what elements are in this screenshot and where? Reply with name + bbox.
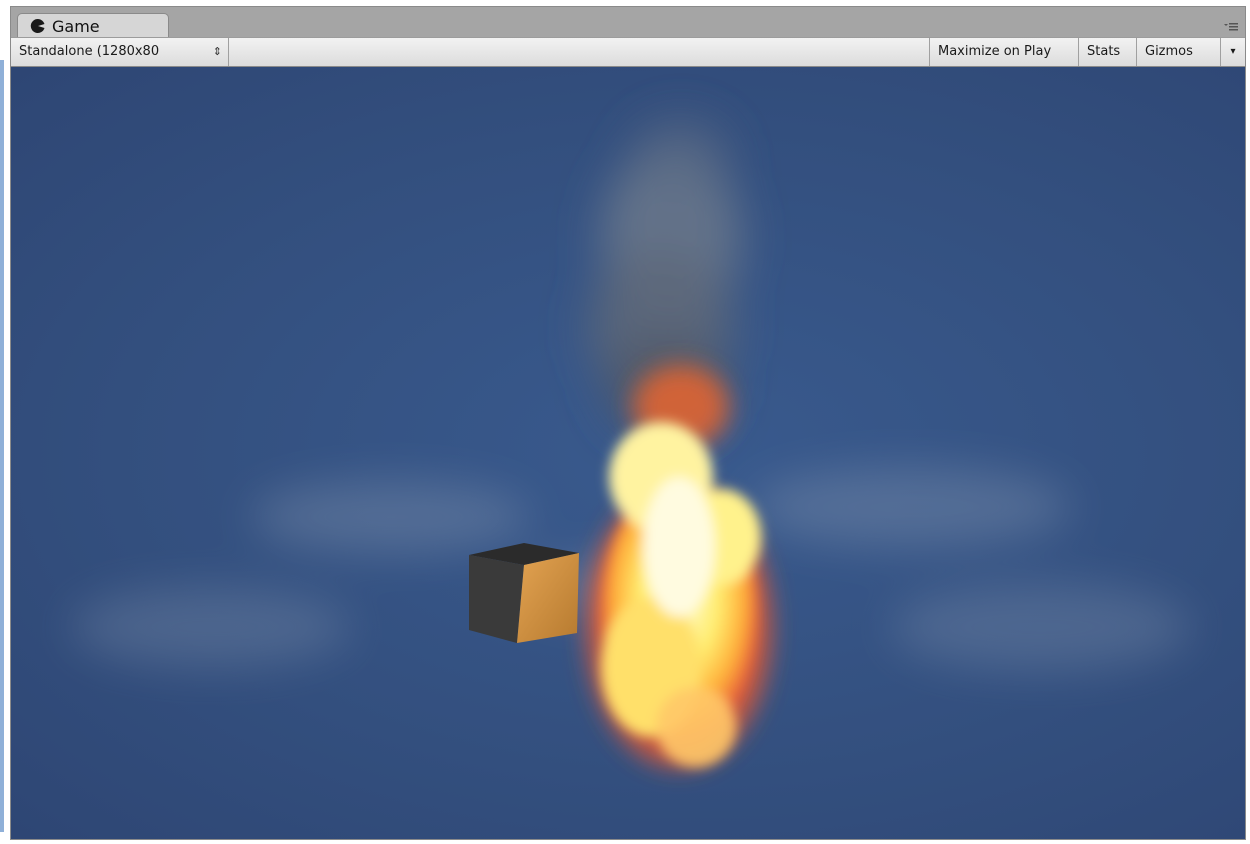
tab-bar: Game (11, 7, 1245, 38)
scene-render (71, 117, 1191, 767)
game-toolbar: Standalone (1280x80 ⇕ Maximize on Play S… (11, 37, 1245, 67)
tab-label: Game (52, 17, 100, 36)
gizmos-dropdown-arrow-icon[interactable]: ▾ (1221, 38, 1245, 66)
tab-game[interactable]: Game (17, 13, 169, 38)
cube-object (469, 543, 579, 643)
maximize-on-play-button[interactable]: Maximize on Play (929, 38, 1079, 66)
game-viewport[interactable] (11, 67, 1245, 839)
fire-particle-effect (587, 365, 771, 767)
gizmos-button[interactable]: Gizmos (1137, 38, 1221, 66)
resolution-dropdown[interactable]: Standalone (1280x80 ⇕ (11, 38, 229, 66)
game-window: Game Standalone (1280x80 ⇕ Maximize on P… (10, 6, 1246, 840)
viewport-edge (0, 60, 4, 832)
stats-button[interactable]: Stats (1079, 38, 1137, 66)
updown-arrows-icon: ⇕ (212, 45, 222, 58)
resolution-label: Standalone (1280x80 (19, 44, 160, 59)
panel-menu-icon[interactable] (1223, 21, 1239, 33)
pacman-game-icon (30, 18, 45, 33)
